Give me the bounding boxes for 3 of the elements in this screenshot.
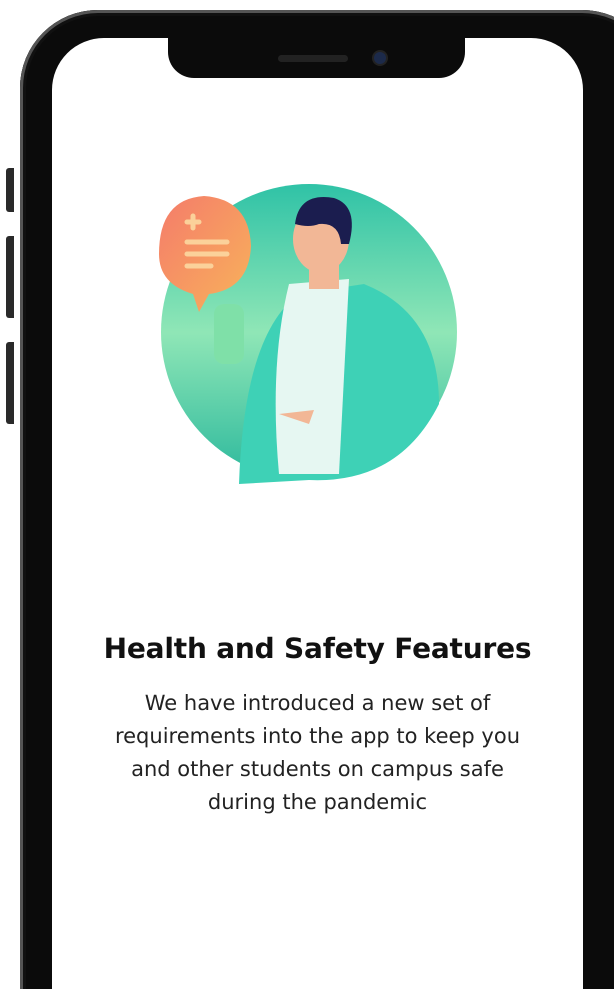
screen-description: We have introduced a new set of requirements into the app to keep you and other students on campus safe during the pandemic xyxy=(114,690,522,816)
camera-icon xyxy=(374,52,386,64)
screen-title: Health and Safety Features xyxy=(104,632,532,665)
